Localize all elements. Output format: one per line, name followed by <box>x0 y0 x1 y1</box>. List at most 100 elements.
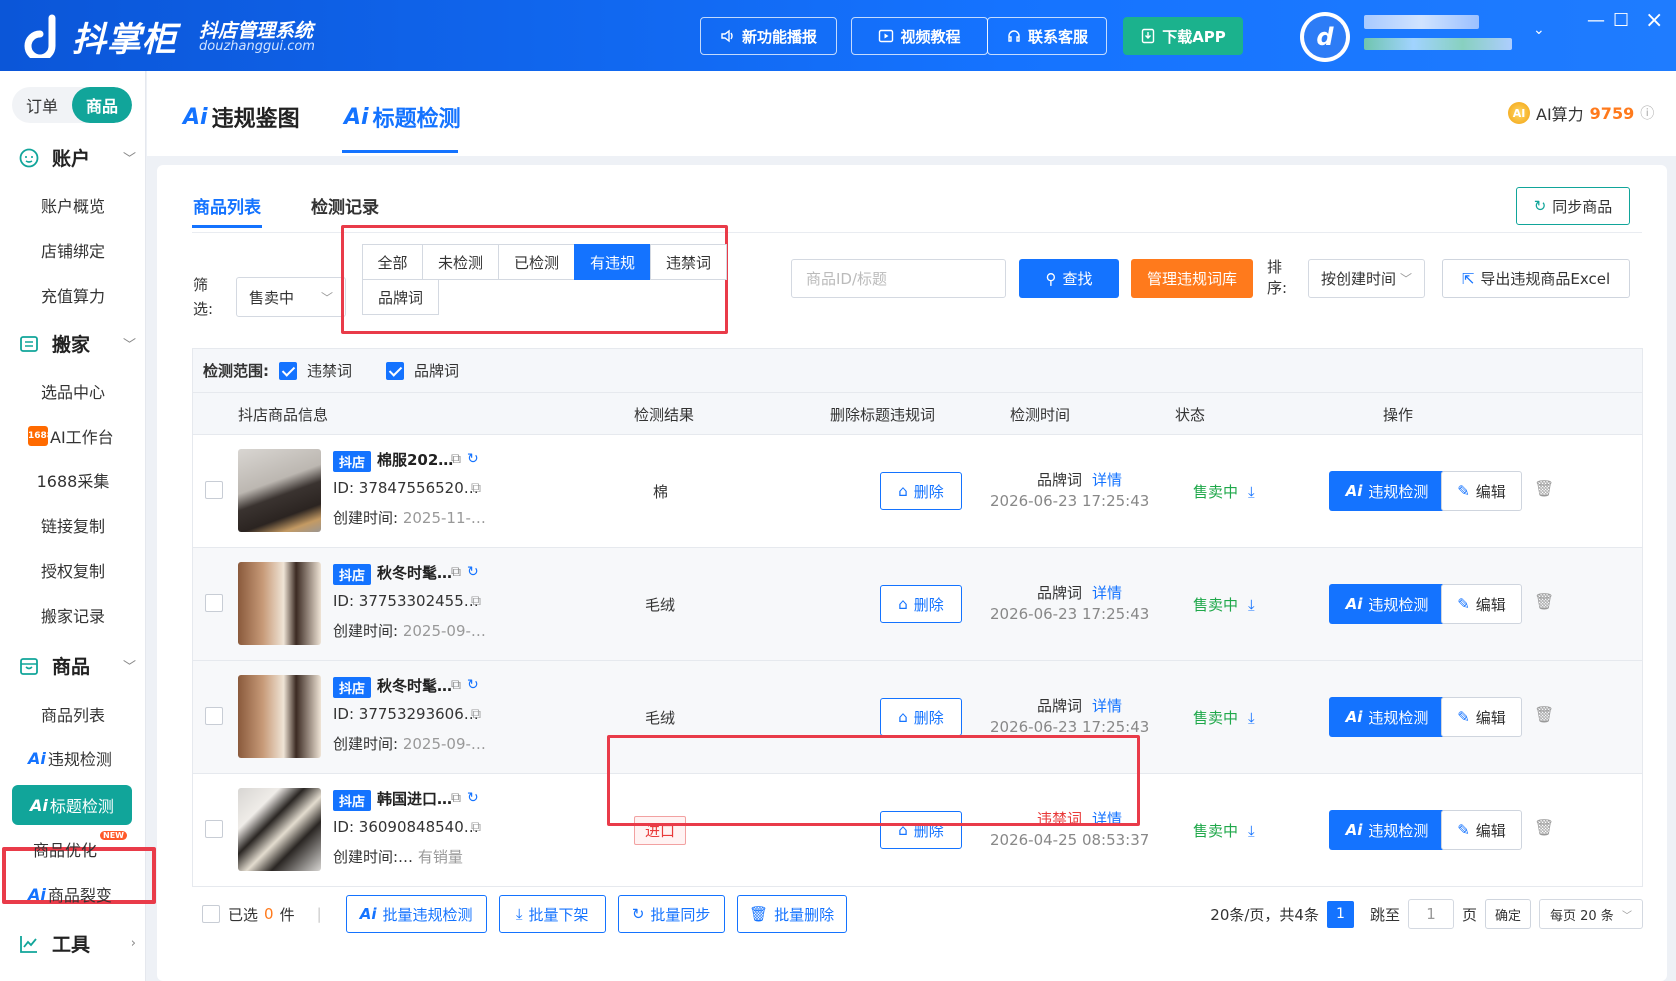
subtab-detect-records[interactable]: 检测记录 <box>311 193 379 218</box>
batch-detect-button[interactable]: Ai 批量违规检测 <box>345 895 487 933</box>
per-page-select[interactable]: 每页 20 条 ﹀ <box>1539 899 1643 929</box>
download-app-button[interactable]: 下载APP <box>1123 17 1243 55</box>
product-thumbnail[interactable] <box>238 449 321 532</box>
download-icon[interactable]: ⤓ <box>1248 483 1255 501</box>
copy-icon[interactable]: ⧉ <box>451 790 461 806</box>
detail-link[interactable]: 详情 <box>1092 584 1122 602</box>
account-dropdown-chevron-icon[interactable]: ⌄ <box>1533 22 1545 38</box>
ai-violation-detect-button[interactable]: Ai 违规检测 <box>1329 584 1445 624</box>
sidebar-item-title-detect[interactable]: Ai 标题检测 <box>12 785 132 825</box>
new-features-button[interactable]: 新功能播报 <box>700 17 837 55</box>
download-icon[interactable]: ⤓ <box>1248 822 1255 840</box>
copy-icon[interactable]: ⧉ <box>451 451 461 467</box>
toggle-goods[interactable]: 商品 <box>72 87 132 123</box>
sort-select[interactable]: 按创建时间 ﹀ <box>1308 259 1425 298</box>
sidebar-section-tools[interactable]: 工具 › <box>18 930 136 957</box>
product-name[interactable]: 秋冬时髦… <box>377 562 452 583</box>
trash-icon[interactable]: 🗑 <box>1534 479 1554 498</box>
status-select[interactable]: 售卖中 ﹀ <box>236 277 346 317</box>
delete-word-button[interactable]: ⌂ 删除 <box>880 698 962 736</box>
copy-id-icon[interactable]: ⧉ <box>471 706 481 722</box>
edit-button[interactable]: ✎ 编辑 <box>1441 471 1522 511</box>
refresh-icon[interactable]: ↻ <box>467 677 479 693</box>
sidebar-item-goods-list[interactable]: 商品列表 <box>0 702 146 726</box>
copy-icon[interactable]: ⧉ <box>451 677 461 693</box>
tab-title-detect[interactable]: Ai 标题检测 <box>344 101 461 133</box>
maximize-icon[interactable]: ☐ <box>1613 10 1629 31</box>
sidebar-item-1688-collect[interactable]: 1688采集 <box>0 468 146 492</box>
refresh-icon[interactable]: ↻ <box>467 564 479 580</box>
trash-icon[interactable]: 🗑 <box>1534 705 1554 724</box>
row-checkbox[interactable] <box>205 707 223 725</box>
contact-support-button[interactable]: 联系客服 <box>987 17 1107 55</box>
jump-page-input[interactable]: 1 <box>1407 899 1454 929</box>
user-avatar[interactable]: d <box>1300 12 1350 62</box>
row-checkbox[interactable] <box>205 820 223 838</box>
page-button-current[interactable]: 1 <box>1326 900 1354 928</box>
sidebar-item-auth-copy[interactable]: 授权复制 <box>0 558 146 582</box>
copy-id-icon[interactable]: ⧉ <box>471 593 481 609</box>
delete-word-button[interactable]: ⌂ 删除 <box>880 585 962 623</box>
select-all-checkbox[interactable] <box>202 905 220 923</box>
minimize-icon[interactable]: — <box>1587 10 1605 31</box>
batch-sync-button[interactable]: ↻ 批量同步 <box>617 895 725 933</box>
edit-button[interactable]: ✎ 编辑 <box>1441 584 1522 624</box>
row-checkbox[interactable] <box>205 594 223 612</box>
row-checkbox[interactable] <box>205 481 223 499</box>
detail-link[interactable]: 详情 <box>1092 697 1122 715</box>
filter-all[interactable]: 全部 <box>362 244 423 280</box>
sync-goods-button[interactable]: ↻ 同步商品 <box>1516 187 1630 225</box>
sidebar-section-goods[interactable]: 商品 ﹀ <box>18 652 136 679</box>
ai-violation-detect-button[interactable]: Ai 违规检测 <box>1329 697 1445 737</box>
product-thumbnail[interactable] <box>238 562 321 645</box>
sidebar-item-move-records[interactable]: 搬家记录 <box>0 603 146 627</box>
batch-offshelf-button[interactable]: ⤓ 批量下架 <box>498 895 606 933</box>
range-checkbox-forbidden[interactable] <box>279 361 297 380</box>
jump-confirm-button[interactable]: 确定 <box>1485 899 1531 929</box>
sidebar-item-recharge[interactable]: 充值算力 <box>0 283 146 307</box>
filter-undetected[interactable]: 未检测 <box>422 244 499 280</box>
product-thumbnail[interactable] <box>238 675 321 758</box>
sidebar-item-account-overview[interactable]: 账户概览 <box>0 193 146 217</box>
product-name[interactable]: 棉服202… <box>377 449 453 470</box>
sidebar-item-link-copy[interactable]: 链接复制 <box>0 513 146 537</box>
batch-delete-button[interactable]: 🗑 批量删除 <box>736 895 847 933</box>
sidebar-item-goods-fission[interactable]: Ai 商品裂变 <box>28 882 112 906</box>
search-input[interactable]: 商品ID/标题 <box>791 259 1006 298</box>
export-excel-button[interactable]: ⇱ 导出违规商品Excel <box>1442 259 1630 298</box>
manage-words-button[interactable]: 管理违规词库 <box>1131 259 1253 298</box>
ai-violation-detect-button[interactable]: Ai 违规检测 <box>1329 810 1445 850</box>
close-icon[interactable]: × <box>1645 8 1663 33</box>
search-button[interactable]: ⚲ 查找 <box>1019 259 1119 298</box>
detail-link[interactable]: 详情 <box>1092 471 1122 489</box>
ai-violation-detect-button[interactable]: Ai 违规检测 <box>1329 471 1445 511</box>
filter-has-violation[interactable]: 有违规 <box>574 244 651 280</box>
sidebar-item-violation-detect[interactable]: Ai 违规检测 <box>28 746 112 770</box>
download-icon[interactable]: ⤓ <box>1248 596 1255 614</box>
subtab-goods-list[interactable]: 商品列表 <box>193 193 261 218</box>
sidebar-item-goods-optimize[interactable]: 商品优化 NEW <box>0 831 138 861</box>
sidebar-item-selection-center[interactable]: 选品中心 <box>0 379 146 403</box>
tab-image-violation[interactable]: Ai 违规鉴图 <box>183 101 300 133</box>
filter-brand-words[interactable]: 品牌词 <box>362 279 439 315</box>
sidebar-item-ai-workbench[interactable]: 1688 AI工作台 <box>28 424 114 448</box>
help-icon[interactable]: ⓘ <box>1640 103 1654 123</box>
filter-forbidden-words[interactable]: 违禁词 <box>650 244 727 280</box>
edit-button[interactable]: ✎ 编辑 <box>1441 697 1522 737</box>
product-name[interactable]: 秋冬时髦… <box>377 675 452 696</box>
video-tutorial-button[interactable]: 视频教程 <box>851 17 988 55</box>
download-icon[interactable]: ⤓ <box>1248 709 1255 727</box>
copy-id-icon[interactable]: ⧉ <box>471 819 481 835</box>
copy-icon[interactable]: ⧉ <box>451 564 461 580</box>
trash-icon[interactable]: 🗑 <box>1534 818 1554 837</box>
filter-detected[interactable]: 已检测 <box>498 244 575 280</box>
range-checkbox-brand[interactable] <box>386 361 405 380</box>
trash-icon[interactable]: 🗑 <box>1534 592 1554 611</box>
sidebar-section-move[interactable]: 搬家 ﹀ <box>18 330 136 357</box>
copy-id-icon[interactable]: ⧉ <box>471 480 481 496</box>
edit-button[interactable]: ✎ 编辑 <box>1441 810 1522 850</box>
toggle-orders[interactable]: 订单 <box>12 87 72 123</box>
refresh-icon[interactable]: ↻ <box>467 451 479 467</box>
sidebar-item-store-binding[interactable]: 店铺绑定 <box>0 238 146 262</box>
refresh-icon[interactable]: ↻ <box>467 790 479 806</box>
